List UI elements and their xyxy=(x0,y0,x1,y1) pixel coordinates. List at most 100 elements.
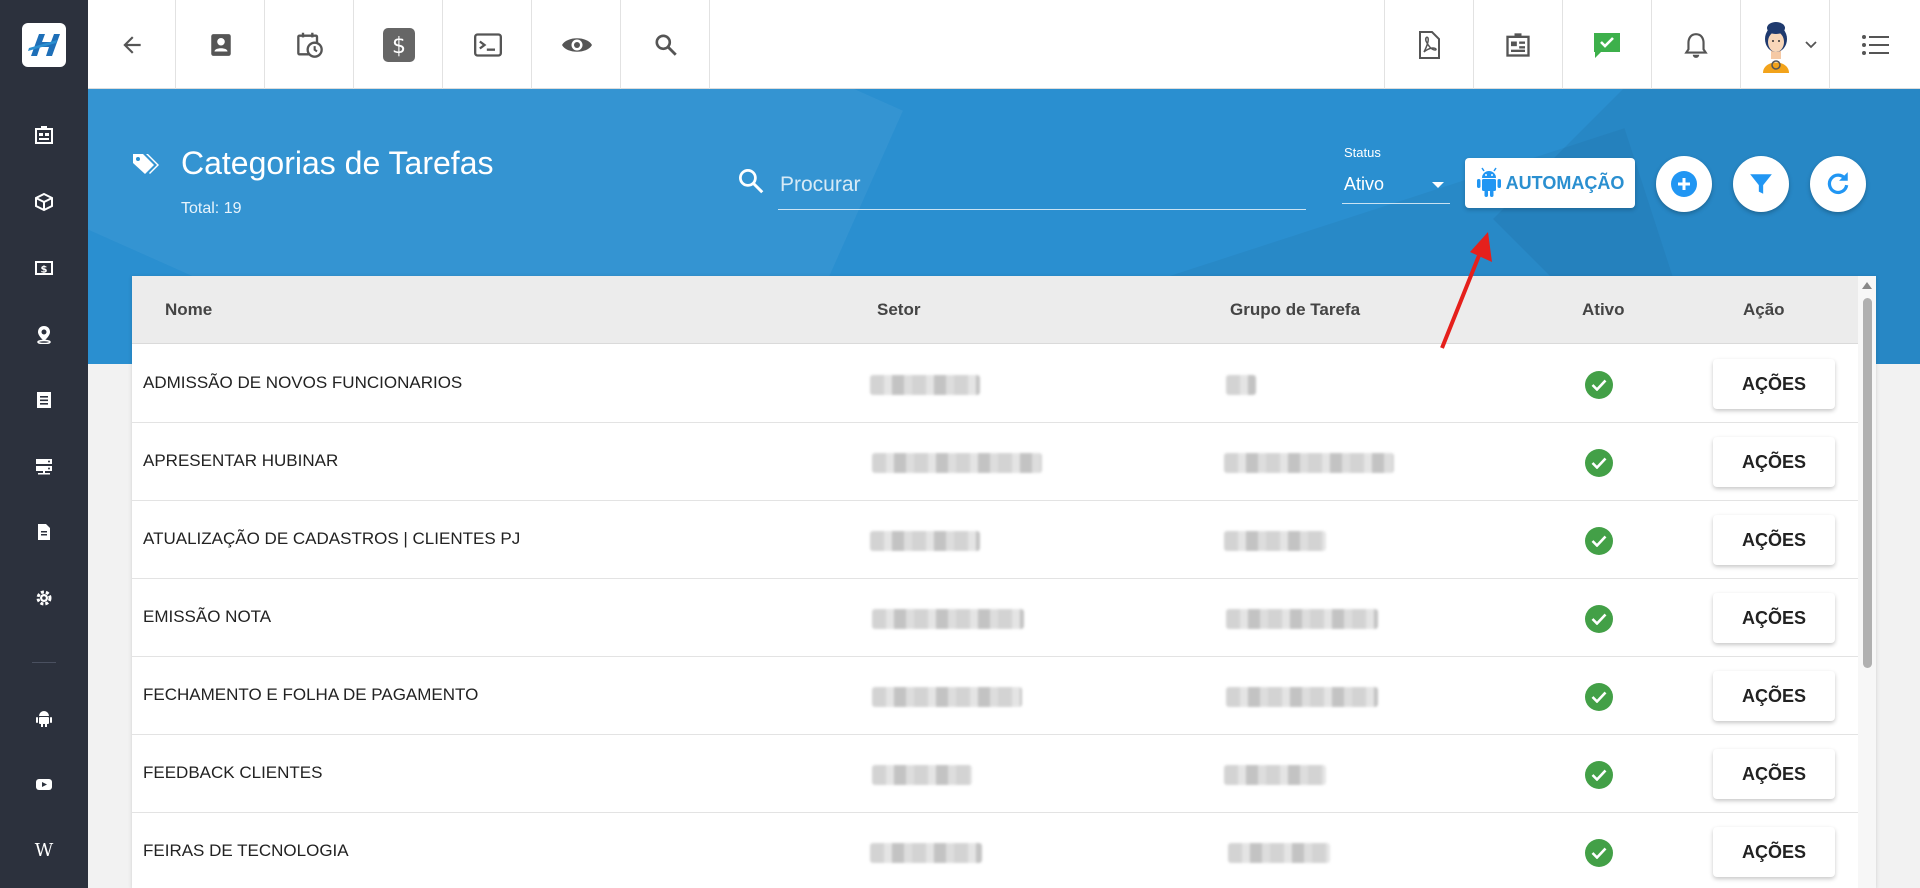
cube-icon xyxy=(35,192,53,212)
column-header-sector: Setor xyxy=(877,300,921,319)
actions-button[interactable]: AÇÕES xyxy=(1713,515,1835,565)
plus-circle-icon xyxy=(1671,171,1697,197)
svg-text:$: $ xyxy=(392,34,406,59)
annotation-arrow-icon xyxy=(1440,232,1492,349)
sidebar-item-youtube[interactable] xyxy=(0,764,88,804)
tags-icon xyxy=(133,154,159,174)
notifications-button[interactable] xyxy=(1651,0,1739,89)
filter-icon xyxy=(1750,174,1772,194)
pdf-button[interactable] xyxy=(1384,0,1472,89)
redacted-sector xyxy=(870,843,982,863)
actions-button[interactable]: AÇÕES xyxy=(1713,593,1835,643)
android-icon xyxy=(36,711,52,727)
main-menu-button[interactable] xyxy=(1829,0,1920,89)
sidebar-divider xyxy=(32,662,56,663)
table-row: FEEDBACK CLIENTES AÇÕES xyxy=(132,735,1858,813)
bell-icon xyxy=(1683,32,1708,58)
table-row: APRESENTAR HUBINAR AÇÕES xyxy=(132,423,1858,501)
sidebar-item-list[interactable] xyxy=(0,380,88,420)
chat-check-icon xyxy=(1593,32,1620,58)
category-name: EMISSÃO NOTA xyxy=(143,607,272,626)
search-icon xyxy=(739,169,764,194)
eye-icon xyxy=(561,37,592,52)
table-row: FECHAMENTO E FOLHA DE PAGAMENTO AÇÕES xyxy=(132,657,1858,735)
gear-icon xyxy=(36,590,52,606)
redacted-task-group xyxy=(1228,843,1330,863)
category-name: FECHAMENTO E FOLHA DE PAGAMENTO xyxy=(143,685,479,704)
redacted-task-group xyxy=(1224,453,1394,473)
list-icon xyxy=(37,392,51,408)
category-name: APRESENTAR HUBINAR xyxy=(143,451,339,470)
building-icon xyxy=(1505,32,1530,57)
actions-button[interactable]: AÇÕES xyxy=(1713,359,1835,409)
logo-icon xyxy=(22,22,66,67)
sidebar-item-wiki[interactable]: W xyxy=(0,830,88,870)
actions-button[interactable]: AÇÕES xyxy=(1713,437,1835,487)
sidebar-item-products[interactable] xyxy=(0,182,88,222)
sidebar-item-servers[interactable] xyxy=(0,446,88,486)
table-header: Nome Setor Grupo de Tarefa Ativo Ação xyxy=(132,276,1858,344)
money-icon: $ xyxy=(35,261,53,276)
contacts-button[interactable] xyxy=(177,0,265,89)
user-menu[interactable] xyxy=(1740,0,1828,89)
sidebar-item-dashboard[interactable] xyxy=(0,115,88,155)
document-icon xyxy=(38,524,50,540)
logo[interactable] xyxy=(0,0,88,89)
table-row: ATUALIZAÇÃO DE CADASTROS | CLIENTES PJ A… xyxy=(132,501,1858,579)
actions-button[interactable]: AÇÕES xyxy=(1713,827,1835,877)
categories-table: Nome Setor Grupo de Tarefa Ativo Ação AD… xyxy=(132,276,1876,888)
table-row: FEIRAS DE TECNOLOGIA AÇÕES xyxy=(132,813,1858,888)
category-name: FEEDBACK CLIENTES xyxy=(143,763,323,782)
avatar xyxy=(1762,21,1789,73)
android-icon xyxy=(1476,167,1501,197)
redacted-sector xyxy=(870,531,980,551)
automation-button[interactable]: AUTOMAÇÃO xyxy=(1465,158,1635,208)
svg-text:$: $ xyxy=(41,265,48,276)
terminal-button[interactable] xyxy=(444,0,532,89)
sidebar-item-settings[interactable] xyxy=(0,578,88,618)
server-icon xyxy=(36,459,52,475)
view-button[interactable] xyxy=(533,0,621,89)
active-check-icon xyxy=(1585,449,1613,477)
finance-button[interactable]: $ xyxy=(355,0,443,89)
actions-button[interactable]: AÇÕES xyxy=(1713,749,1835,799)
sidebar-item-locations[interactable] xyxy=(0,314,88,354)
active-check-icon xyxy=(1585,839,1613,867)
sidebar: $ W xyxy=(0,0,88,888)
company-button[interactable] xyxy=(1473,0,1561,89)
wikipedia-icon: W xyxy=(34,839,54,861)
search-icon xyxy=(654,33,677,56)
sidebar-item-documents[interactable] xyxy=(0,512,88,552)
sidebar-item-finance[interactable]: $ xyxy=(0,248,88,288)
sidebar-item-android[interactable] xyxy=(0,698,88,738)
redacted-task-group xyxy=(1224,765,1326,785)
redacted-task-group xyxy=(1226,375,1256,395)
search-button[interactable] xyxy=(622,0,710,89)
filter-button[interactable] xyxy=(1733,156,1789,212)
redacted-sector xyxy=(870,375,980,395)
status-select[interactable]: Ativo xyxy=(1342,166,1450,204)
add-button[interactable] xyxy=(1656,156,1712,212)
back-button[interactable] xyxy=(88,0,176,89)
redacted-task-group xyxy=(1226,687,1378,707)
pdf-icon xyxy=(1418,30,1440,59)
search-input[interactable] xyxy=(778,160,1306,210)
back-arrow-icon xyxy=(122,35,141,54)
scroll-thumb[interactable] xyxy=(1863,298,1872,668)
dollar-icon: $ xyxy=(382,27,415,62)
column-header-active: Ativo xyxy=(1582,300,1625,319)
refresh-icon xyxy=(1827,172,1849,195)
redacted-task-group xyxy=(1226,609,1378,629)
messages-button[interactable] xyxy=(1562,0,1650,89)
table-scrollbar[interactable] xyxy=(1858,276,1876,888)
column-header-action: Ação xyxy=(1743,300,1785,319)
redacted-task-group xyxy=(1224,531,1326,551)
redacted-sector xyxy=(872,687,1022,707)
status-value: Ativo xyxy=(1344,174,1385,194)
column-header-task-group: Grupo de Tarefa xyxy=(1230,300,1361,319)
active-check-icon xyxy=(1585,605,1613,633)
schedule-button[interactable] xyxy=(266,0,354,89)
scroll-up-arrow-icon[interactable] xyxy=(1862,282,1872,289)
actions-button[interactable]: AÇÕES xyxy=(1713,671,1835,721)
refresh-button[interactable] xyxy=(1810,156,1866,212)
